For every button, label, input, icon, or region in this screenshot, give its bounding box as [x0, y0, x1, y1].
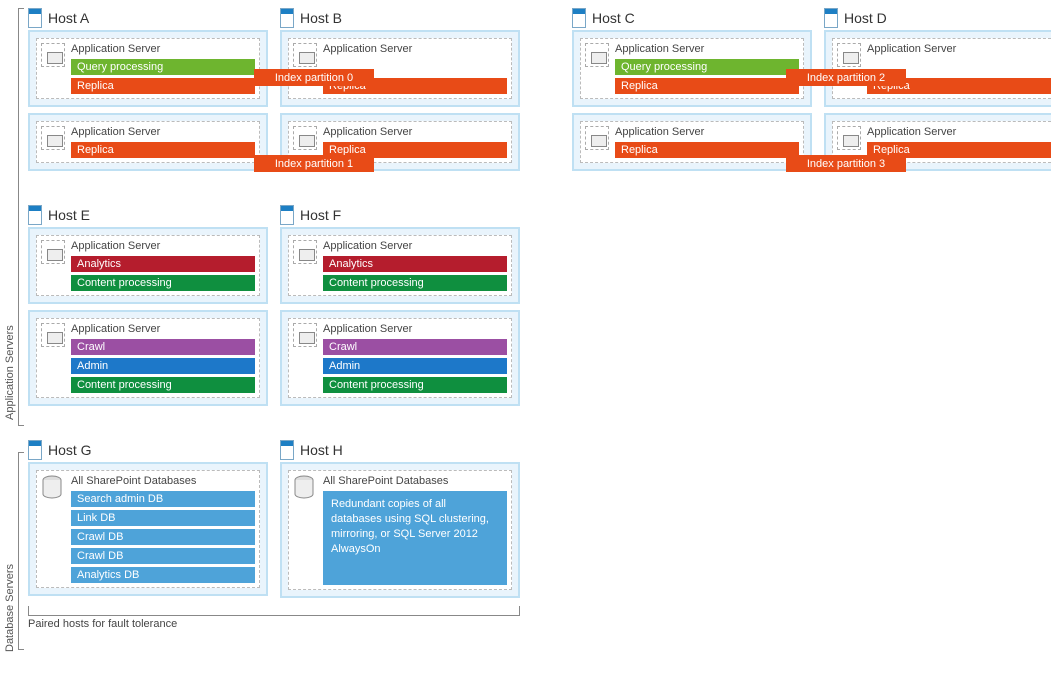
app-server-title: Application Server: [867, 43, 1051, 55]
role-replica: Replica: [615, 142, 799, 158]
window-icon: [293, 240, 317, 264]
window-icon: [293, 323, 317, 347]
host-title: Host B: [300, 10, 342, 26]
host-title: Host C: [592, 10, 635, 26]
db-server-title: All SharePoint Databases: [323, 475, 507, 487]
section-label-db: Database Servers: [4, 452, 16, 652]
app-server-card: Application Server Query processing Repl…: [36, 38, 260, 99]
host-f: Host F Application Server Analytics Cont…: [280, 205, 520, 412]
host-title: Host E: [48, 207, 90, 223]
app-row-2: Host E Application Server Analytics Cont…: [28, 205, 1043, 412]
role-crawl: Crawl: [71, 339, 255, 355]
server-icon: [28, 205, 42, 225]
host-title: Host F: [300, 207, 341, 223]
app-server-card: Application Server Analytics Content pro…: [36, 235, 260, 296]
db-link: Link DB: [71, 510, 255, 526]
database-icon: [293, 475, 315, 501]
db-crawl-1: Crawl DB: [71, 529, 255, 545]
host-title: Host A: [48, 10, 89, 26]
server-icon: [280, 205, 294, 225]
index-partition-1-bar: Index partition 1: [254, 155, 374, 172]
window-icon: [585, 43, 609, 67]
window-icon: [293, 43, 317, 67]
server-icon: [572, 8, 586, 28]
server-icon: [280, 440, 294, 460]
app-server-title: Application Server: [71, 323, 255, 335]
window-icon: [41, 240, 65, 264]
app-server-title: Application Server: [71, 126, 255, 138]
window-icon: [585, 126, 609, 150]
app-server-title: Application Server: [615, 43, 799, 55]
host-e: Host E Application Server Analytics Cont…: [28, 205, 268, 412]
app-server-card: Application Server Replica: [580, 121, 804, 163]
role-analytics: Analytics: [71, 256, 255, 272]
role-admin: Admin: [323, 358, 507, 374]
role-content: Content processing: [323, 377, 507, 393]
server-icon: [824, 8, 838, 28]
db-analytics: Analytics DB: [71, 567, 255, 583]
app-server-card: Application Server Crawl Admin Content p…: [36, 318, 260, 398]
db-server-card: All SharePoint Databases Redundant copie…: [288, 470, 512, 590]
app-server-title: Application Server: [323, 126, 507, 138]
role-content: Content processing: [323, 275, 507, 291]
db-search-admin: Search admin DB: [71, 491, 255, 507]
app-row-1: Host A Application Server Query processi…: [28, 8, 1043, 177]
window-icon: [293, 126, 317, 150]
role-content: Content processing: [71, 377, 255, 393]
window-icon: [41, 126, 65, 150]
app-server-title: Application Server: [867, 126, 1051, 138]
window-icon: [41, 323, 65, 347]
role-query: Query processing: [615, 59, 799, 75]
role-query: Query processing: [71, 59, 255, 75]
app-server-card: Application Server Replica: [36, 121, 260, 163]
role-crawl: Crawl: [323, 339, 507, 355]
paired-hosts-label: Paired hosts for fault tolerance: [28, 618, 1043, 630]
window-icon: [837, 43, 861, 67]
db-crawl-2: Crawl DB: [71, 548, 255, 564]
host-g: Host G All SharePoint Databases Search a…: [28, 440, 268, 604]
host-a: Host A Application Server Query processi…: [28, 8, 268, 177]
db-server-card: All SharePoint Databases Search admin DB…: [36, 470, 260, 588]
database-icon: [41, 475, 63, 501]
host-d: Host D Application Server . Replica Appl…: [824, 8, 1051, 177]
db-row: Host G All SharePoint Databases Search a…: [28, 440, 1043, 604]
role-content: Content processing: [71, 275, 255, 291]
db-redundancy-note: Redundant copies of all databases using …: [323, 491, 507, 585]
paired-hosts-bracket: [28, 606, 520, 616]
app-server-card: Application Server Analytics Content pro…: [288, 235, 512, 296]
role-replica: Replica: [71, 142, 255, 158]
app-server-title: Application Server: [323, 240, 507, 252]
index-partition-0-bar: Index partition 0: [254, 69, 374, 86]
app-server-title: Application Server: [71, 240, 255, 252]
server-icon: [280, 8, 294, 28]
server-icon: [28, 440, 42, 460]
app-server-card: Application Server Crawl Admin Content p…: [288, 318, 512, 398]
role-analytics: Analytics: [323, 256, 507, 272]
app-server-title: Application Server: [323, 323, 507, 335]
server-icon: [28, 8, 42, 28]
app-server-title: Application Server: [323, 43, 507, 55]
section-bracket-app: [18, 8, 24, 426]
app-server-card: Application Server Query processing Repl…: [580, 38, 804, 99]
host-b: Host B Application Server . Replica Appl…: [280, 8, 520, 177]
db-server-title: All SharePoint Databases: [71, 475, 255, 487]
index-partition-3-bar: Index partition 3: [786, 155, 906, 172]
host-title: Host H: [300, 442, 343, 458]
host-title: Host G: [48, 442, 92, 458]
host-title: Host D: [844, 10, 887, 26]
app-server-title: Application Server: [71, 43, 255, 55]
host-c: Host C Application Server Query processi…: [572, 8, 812, 177]
index-partition-2-bar: Index partition 2: [786, 69, 906, 86]
window-icon: [837, 126, 861, 150]
host-h: Host H All SharePoint Databases Redundan…: [280, 440, 520, 604]
window-icon: [41, 43, 65, 67]
role-admin: Admin: [71, 358, 255, 374]
app-server-title: Application Server: [615, 126, 799, 138]
role-replica: Replica: [615, 78, 799, 94]
role-replica: Replica: [71, 78, 255, 94]
section-label-app: Application Servers: [4, 10, 16, 420]
section-bracket-db: [18, 452, 24, 650]
